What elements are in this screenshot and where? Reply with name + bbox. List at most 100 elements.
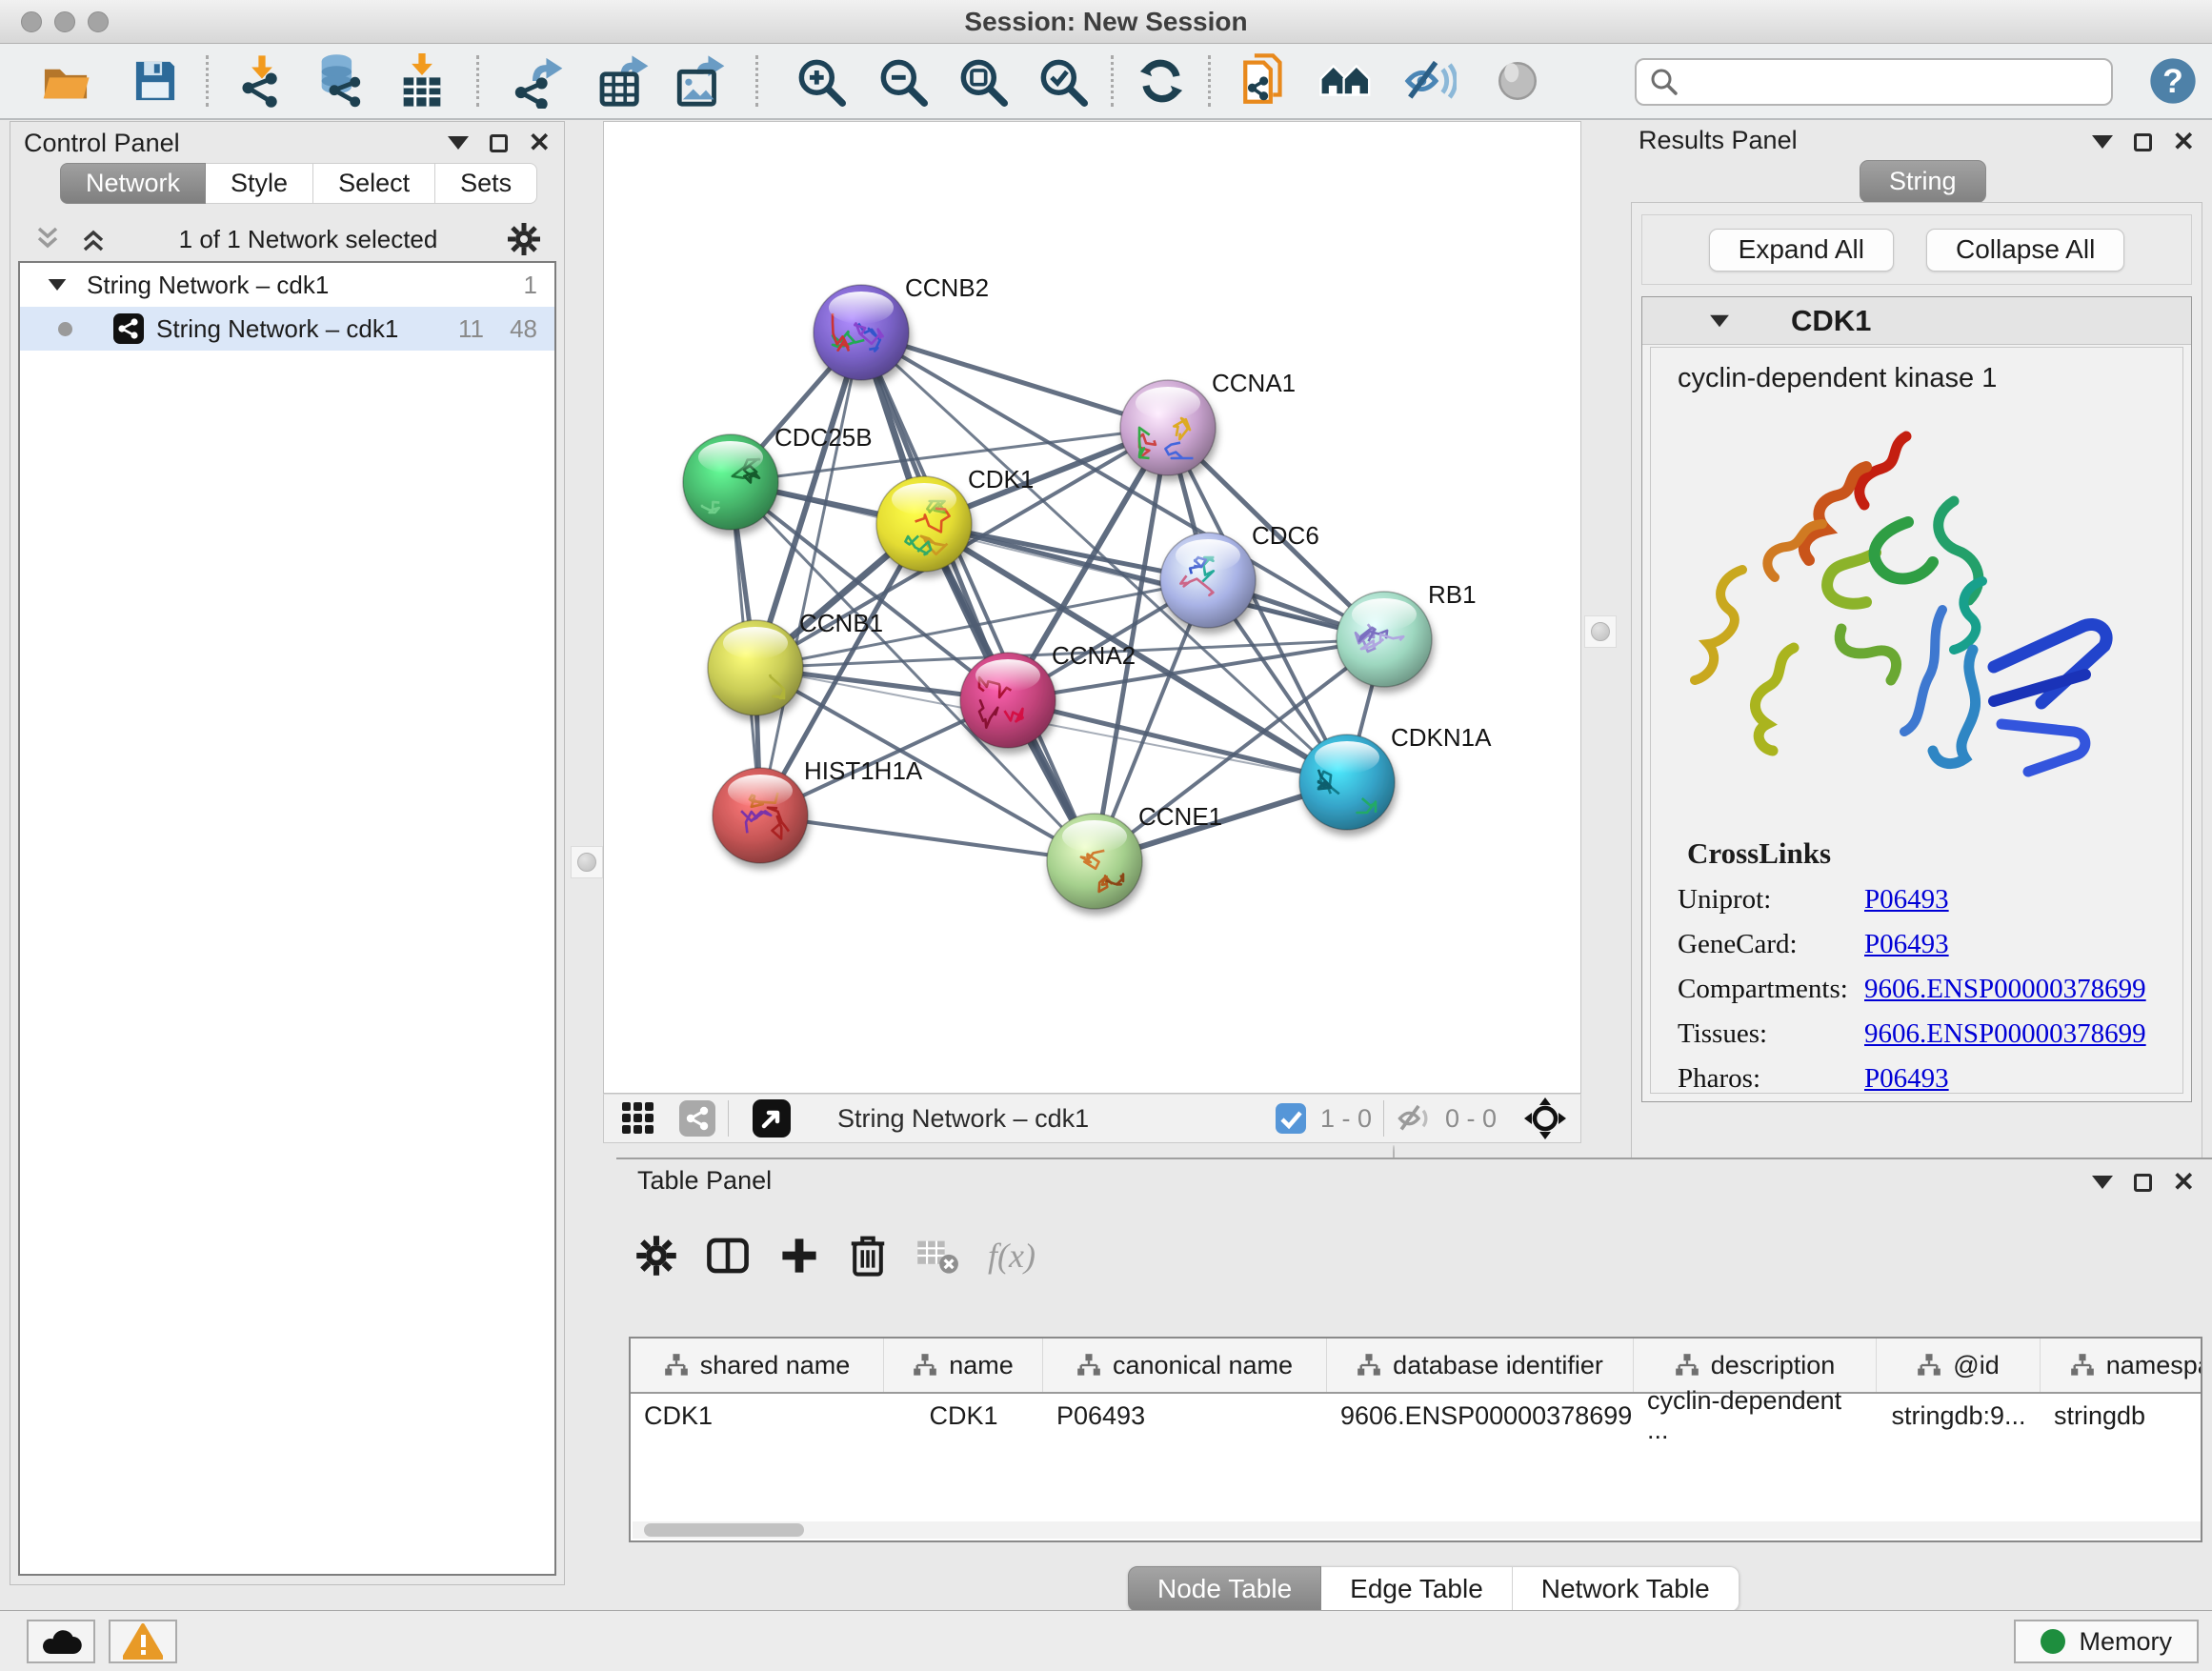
window-controls: [21, 11, 109, 32]
network-options-gear-icon[interactable]: [507, 222, 541, 256]
maximize-panel-icon[interactable]: [490, 134, 508, 152]
expand-all-button[interactable]: Expand All: [1709, 229, 1894, 272]
delete-table-icon[interactable]: [915, 1237, 959, 1275]
network-edge[interactable]: [1008, 700, 1347, 782]
open-folder-icon: [40, 55, 91, 107]
zoom-fit-button[interactable]: [955, 53, 1010, 109]
tab-string[interactable]: String: [1860, 160, 1986, 203]
table-toolbar: f(x): [635, 1234, 1036, 1278]
float-panel-icon[interactable]: [2092, 135, 2113, 149]
zoom-in-button[interactable]: [793, 53, 848, 109]
help-button[interactable]: ?: [2145, 53, 2201, 109]
tab-sets[interactable]: Sets: [435, 163, 537, 204]
export-image-button[interactable]: [673, 53, 728, 109]
zoom-out-button[interactable]: [875, 53, 930, 109]
section-expander-icon[interactable]: [1710, 314, 1729, 327]
column-header-name[interactable]: name: [884, 1339, 1043, 1392]
right-splitter-handle[interactable]: [1584, 615, 1617, 648]
export-table-button[interactable]: [596, 53, 652, 109]
open-session-button[interactable]: [38, 53, 93, 109]
close-window-button[interactable]: [21, 11, 42, 32]
column-header-id[interactable]: @id: [1877, 1339, 2041, 1392]
save-session-button[interactable]: [128, 53, 183, 109]
network-graph[interactable]: CCNB2CCNA1CDC25BCDK1CDC6RB1CCNB1CCNA2CDK…: [604, 122, 1580, 1093]
network-node-RB1[interactable]: RB1: [1337, 580, 1477, 687]
grid-view-icon[interactable]: [619, 1099, 657, 1137]
close-panel-icon[interactable]: ✕: [529, 130, 551, 156]
network-from-selection-button[interactable]: [1238, 53, 1294, 109]
network-node-HIST1H1A[interactable]: HIST1H1A: [713, 756, 923, 863]
collapse-all-button[interactable]: Collapse All: [1926, 229, 2124, 272]
zoom-window-button[interactable]: [88, 11, 109, 32]
selected-checkbox-icon[interactable]: [1275, 1102, 1307, 1135]
column-header-database-identifier[interactable]: database identifier: [1327, 1339, 1634, 1392]
import-table-from-file-button[interactable]: [394, 53, 450, 109]
network-canvas[interactable]: CCNB2CCNA1CDC25BCDK1CDC6RB1CCNB1CCNA2CDK…: [603, 121, 1581, 1094]
table-row[interactable]: CDK1CDK1P064939606.ENSP00000378699cyclin…: [631, 1394, 2201, 1438]
tab-select[interactable]: Select: [313, 163, 435, 204]
toggle-graphics-details-button[interactable]: [1490, 53, 1545, 109]
crosslink-link[interactable]: P06493: [1864, 1063, 1949, 1095]
database-icon: [313, 53, 367, 109]
import-network-from-file-button[interactable]: [234, 53, 290, 109]
import-network-from-database-button[interactable]: [312, 53, 368, 109]
column-header-label: shared name: [700, 1351, 851, 1380]
show-hide-annotations-button[interactable]: [1318, 53, 1374, 109]
delete-column-trash-icon[interactable]: [849, 1234, 887, 1278]
maximize-panel-icon[interactable]: [2134, 1174, 2152, 1192]
float-panel-icon[interactable]: [448, 136, 469, 150]
function-builder-button[interactable]: f(x): [988, 1236, 1036, 1276]
memory-button[interactable]: Memory: [2014, 1620, 2199, 1663]
zoom-selected-button[interactable]: [1035, 53, 1090, 109]
scrollbar-thumb[interactable]: [644, 1523, 804, 1537]
network-node-CCNA1[interactable]: CCNA1: [1120, 369, 1296, 475]
hide-unhide-button[interactable]: [1402, 53, 1458, 109]
collection-expander-icon[interactable]: [49, 279, 67, 291]
network-row[interactable]: String Network – cdk1 11 48: [20, 307, 554, 351]
network-node-CCNE1[interactable]: CCNE1: [1047, 802, 1222, 909]
hidden-eye-icon[interactable]: [1396, 1101, 1434, 1136]
minimize-window-button[interactable]: [54, 11, 75, 32]
svg-text:?: ?: [2162, 62, 2183, 100]
crosslink-link[interactable]: P06493: [1864, 929, 1949, 960]
search-input[interactable]: [1688, 68, 2098, 97]
network-collection-row[interactable]: String Network – cdk1 1: [20, 263, 554, 307]
horizontal-scrollbar[interactable]: [633, 1521, 2202, 1539]
create-column-plus-icon[interactable]: [778, 1235, 820, 1277]
tab-style[interactable]: Style: [206, 163, 313, 204]
collapse-all-chevron-icon[interactable]: [31, 225, 64, 253]
tab-network[interactable]: Network: [60, 163, 206, 204]
refresh-button[interactable]: [1134, 53, 1189, 109]
tab-node-table[interactable]: Node Table: [1128, 1566, 1321, 1612]
crosslink-link[interactable]: P06493: [1864, 884, 1949, 916]
network-node-CDC25B[interactable]: CDC25B: [683, 423, 873, 530]
tab-edge-table[interactable]: Edge Table: [1321, 1566, 1513, 1612]
network-node-CDKN1A[interactable]: CDKN1A: [1299, 723, 1492, 830]
float-panel-icon[interactable]: [2092, 1176, 2113, 1189]
export-network-button[interactable]: [511, 53, 566, 109]
gene-section-header[interactable]: CDK1: [1642, 297, 2191, 345]
sphere-icon: [1494, 57, 1541, 105]
warnings-button[interactable]: [109, 1620, 177, 1663]
toolbar-search[interactable]: [1635, 58, 2113, 106]
network-share-view-icon[interactable]: [678, 1099, 716, 1137]
tab-network-table[interactable]: Network Table: [1513, 1566, 1739, 1612]
network-edge[interactable]: [760, 815, 1095, 861]
column-header-shared-name[interactable]: shared name: [631, 1339, 884, 1392]
column-header-namespace[interactable]: namespace: [2041, 1339, 2202, 1392]
left-splitter-handle[interactable]: [571, 846, 603, 878]
table-options-gear-icon[interactable]: [635, 1235, 677, 1277]
crosslink-link[interactable]: 9606.ENSP00000378699: [1864, 1018, 2146, 1050]
expand-all-chevron-icon[interactable]: [77, 225, 110, 253]
close-panel-icon[interactable]: ✕: [2173, 129, 2195, 155]
fit-content-crosshair-icon[interactable]: [1523, 1097, 1567, 1140]
network-node-CCNA2[interactable]: CCNA2: [960, 641, 1136, 748]
crosslink-link[interactable]: 9606.ENSP00000378699: [1864, 974, 2146, 1005]
maximize-panel-icon[interactable]: [2134, 133, 2152, 151]
close-panel-icon[interactable]: ✕: [2173, 1169, 2195, 1196]
birdseye-view-icon[interactable]: [752, 1098, 792, 1138]
show-column-icon[interactable]: [706, 1235, 750, 1277]
cloud-status-button[interactable]: [27, 1620, 95, 1663]
column-header-description[interactable]: description: [1634, 1339, 1877, 1392]
column-header-canonical-name[interactable]: canonical name: [1043, 1339, 1327, 1392]
